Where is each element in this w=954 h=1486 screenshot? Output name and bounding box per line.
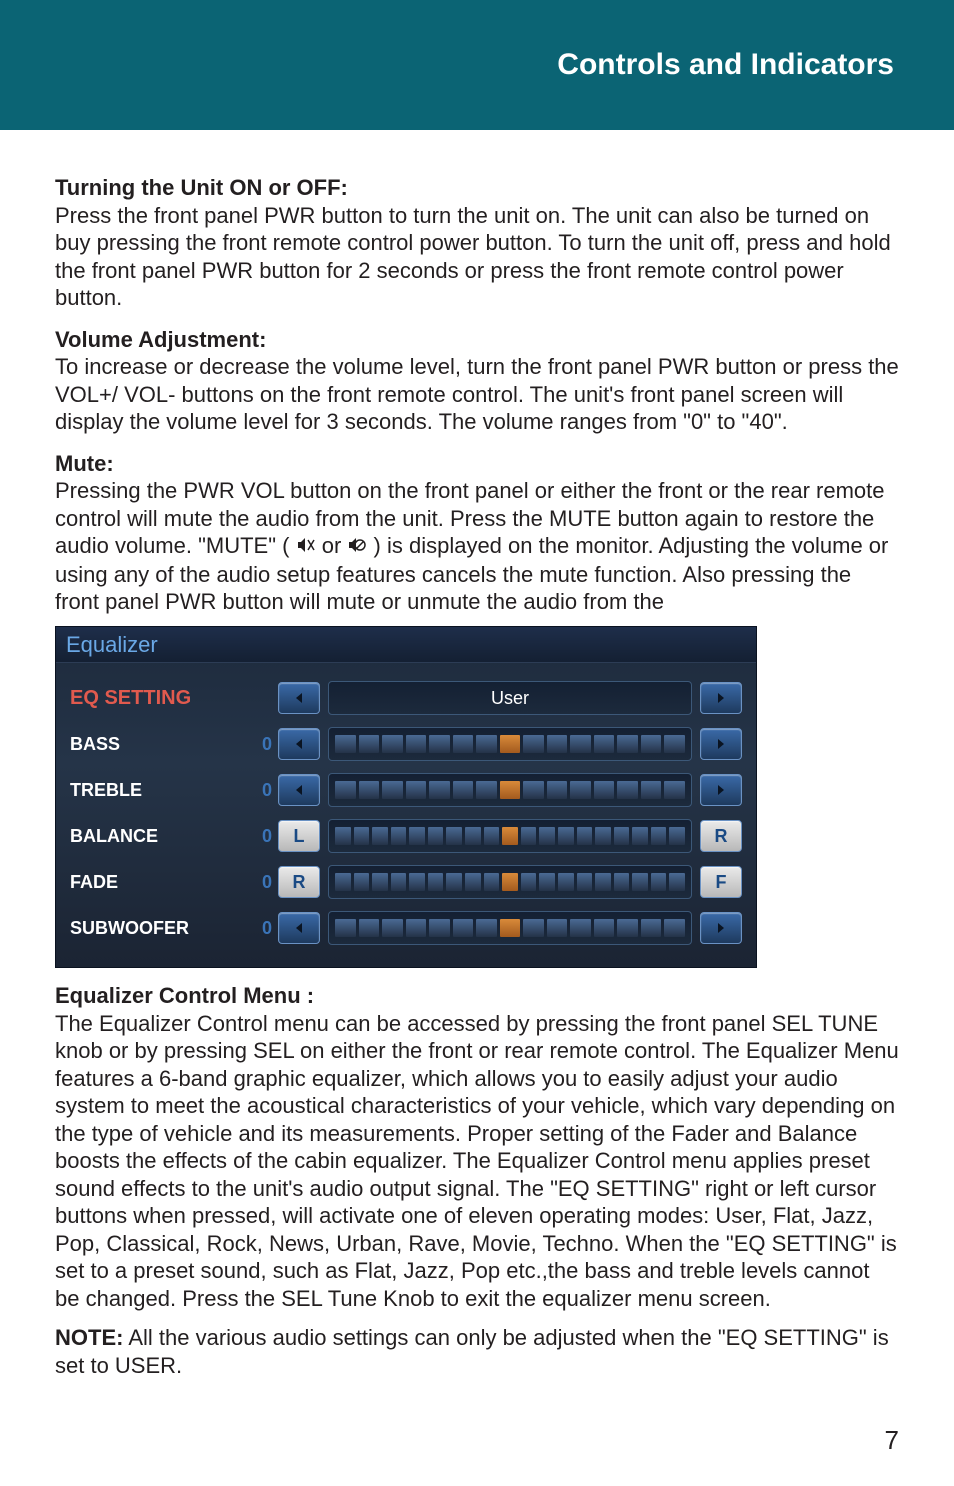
eq-setting-next-button[interactable] <box>700 682 742 714</box>
balance-left-button[interactable]: L <box>278 820 320 852</box>
balance-label: BALANCE <box>70 825 250 848</box>
speaker-slash-icon <box>347 533 367 561</box>
fade-front-button[interactable]: F <box>700 866 742 898</box>
equalizer-body: EQ SETTING User BASS 0 <box>56 663 756 967</box>
note-paragraph: NOTE: All the various audio settings can… <box>55 1324 899 1379</box>
eq-row-setting: EQ SETTING User <box>70 677 742 719</box>
body-eq-menu: The Equalizer Control menu can be access… <box>55 1010 899 1313</box>
body-volume: To increase or decrease the volume level… <box>55 353 899 436</box>
equalizer-panel: Equalizer EQ SETTING User BASS 0 <box>55 626 757 969</box>
treble-label: TREBLE <box>70 779 250 802</box>
eq-setting-prev-button[interactable] <box>278 682 320 714</box>
eq-row-balance: BALANCE 0 L R <box>70 815 742 857</box>
eq-row-treble: TREBLE 0 <box>70 769 742 811</box>
subwoofer-bar <box>328 911 692 945</box>
subwoofer-value: 0 <box>250 917 272 940</box>
bass-increase-button[interactable] <box>700 728 742 760</box>
speaker-mute-icon <box>296 533 316 561</box>
note-prefix: NOTE: <box>55 1325 123 1350</box>
fade-value: 0 <box>250 871 272 894</box>
document-body: Turning the Unit ON or OFF: Press the fr… <box>0 130 954 1405</box>
heading-mute: Mute: <box>55 450 899 478</box>
mute-text-mid: or <box>322 533 348 558</box>
body-turning: Press the front panel PWR button to turn… <box>55 202 899 312</box>
bass-label: BASS <box>70 733 250 756</box>
subwoofer-increase-button[interactable] <box>700 912 742 944</box>
subwoofer-label: SUBWOOFER <box>70 917 250 940</box>
fade-label: FADE <box>70 871 250 894</box>
eq-setting-label: EQ SETTING <box>70 686 250 711</box>
header-bar: Controls and Indicators <box>0 0 954 130</box>
eq-row-bass: BASS 0 <box>70 723 742 765</box>
eq-setting-value: User <box>328 681 692 715</box>
treble-value: 0 <box>250 779 272 802</box>
heading-eq-menu: Equalizer Control Menu : <box>55 982 899 1010</box>
fade-bar <box>328 865 692 899</box>
note-body: All the various audio settings can only … <box>55 1325 889 1378</box>
balance-bar <box>328 819 692 853</box>
heading-turning: Turning the Unit ON or OFF: <box>55 174 899 202</box>
bass-bar <box>328 727 692 761</box>
balance-right-button[interactable]: R <box>700 820 742 852</box>
eq-row-fade: FADE 0 R F <box>70 861 742 903</box>
equalizer-title: Equalizer <box>56 627 756 664</box>
fade-rear-button[interactable]: R <box>278 866 320 898</box>
eq-row-subwoofer: SUBWOOFER 0 <box>70 907 742 949</box>
heading-volume: Volume Adjustment: <box>55 326 899 354</box>
page-number: 7 <box>0 1405 954 1486</box>
page-title: Controls and Indicators <box>557 48 894 82</box>
bass-value: 0 <box>250 733 272 756</box>
subwoofer-decrease-button[interactable] <box>278 912 320 944</box>
bass-decrease-button[interactable] <box>278 728 320 760</box>
balance-value: 0 <box>250 825 272 848</box>
treble-decrease-button[interactable] <box>278 774 320 806</box>
treble-increase-button[interactable] <box>700 774 742 806</box>
body-mute: Pressing the PWR VOL button on the front… <box>55 477 899 616</box>
treble-bar <box>328 773 692 807</box>
